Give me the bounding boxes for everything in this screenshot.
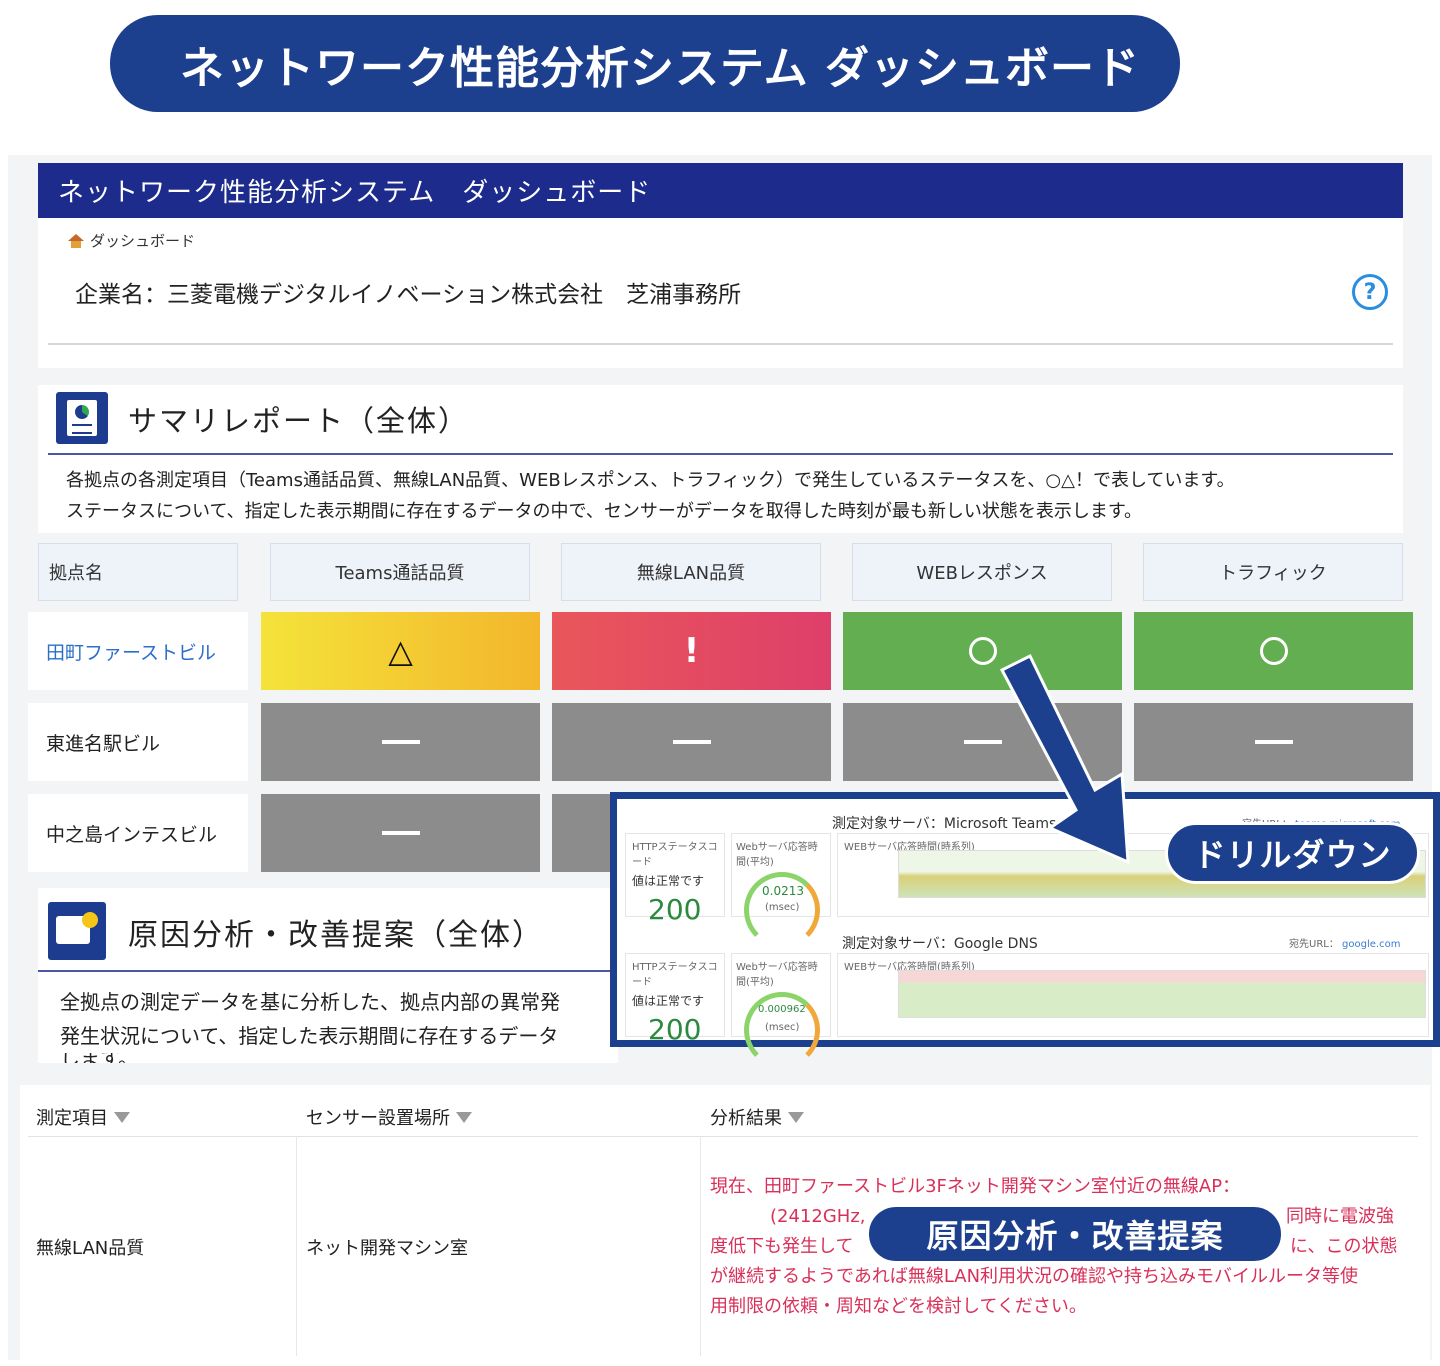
- status-cell-ok-traffic[interactable]: [1134, 612, 1413, 690]
- cause-rule: [38, 970, 610, 972]
- drilldown-callout: ドリルダウン: [1165, 822, 1420, 884]
- site-name-nakanoshima[interactable]: 中之島インテスビル: [28, 794, 248, 872]
- no-data-dash: [381, 740, 420, 744]
- summary-rule: [48, 453, 1393, 455]
- dest-label: 宛先URL：: [1289, 939, 1339, 950]
- result-line-2b: 同時に電波強: [1286, 1206, 1394, 1227]
- cause-desc-2: 発生状況について、指定した表示期間に存在するデータ: [60, 1024, 559, 1048]
- divider: [48, 343, 1393, 345]
- site-name-meieki[interactable]: 東進名駅ビル: [28, 703, 248, 781]
- breadcrumb-label: ダッシュボード: [90, 232, 196, 250]
- breadcrumb[interactable]: ダッシュボード: [68, 230, 195, 251]
- status-cell-nodata[interactable]: [1134, 703, 1413, 781]
- result-line-5: 用制限の依頼・周知などを検討してください。: [710, 1296, 1087, 1317]
- response-gauge-box: Webサーバ応答時間(平均) 0.0213 (msec): [731, 833, 831, 948]
- status-cell-warning[interactable]: △: [261, 612, 540, 690]
- status-cell-nodata[interactable]: [261, 703, 540, 781]
- ok-label: 値は正常です: [632, 874, 705, 888]
- cause-title: 原因分析・改善提案（全体）: [128, 918, 544, 953]
- no-data-dash: [1254, 740, 1293, 744]
- idea-icon: [48, 902, 106, 960]
- company-name: 企業名：三菱電機デジタルイノベーション株式会社 芝浦事務所: [75, 282, 742, 308]
- status-cell-nodata[interactable]: [552, 703, 831, 781]
- chart-area: [898, 970, 1426, 1018]
- summary-title: サマリレポート（全体）: [128, 404, 470, 438]
- divider: [296, 1136, 297, 1356]
- resp-label: Webサーバ応答時間(平均): [736, 842, 818, 868]
- divider: [28, 1136, 1418, 1137]
- site-link-tamachi[interactable]: 田町ファーストビル: [28, 612, 248, 690]
- th-result-label: 分析結果: [710, 1108, 782, 1129]
- http-code: 200: [648, 1013, 702, 1046]
- summary-desc-1: 各拠点の各測定項目（Teams通話品質、無線LAN品質、WEBレスポンス、トラフ…: [66, 470, 1235, 491]
- divider: [700, 1136, 701, 1356]
- home-icon: [68, 233, 84, 248]
- status-cell-nodata[interactable]: [552, 794, 612, 872]
- http-status-box: HTTPステータスコード 値は正常です 200: [625, 833, 725, 926]
- col-header-teams: Teams通話品質: [270, 543, 530, 601]
- th-result[interactable]: 分析結果: [710, 1104, 804, 1130]
- http-status-box: HTTPステータスコード 値は正常です 200: [625, 953, 725, 1046]
- gauge-value: 0.000962: [758, 1004, 806, 1015]
- result-line-2: (2412GHz,: [770, 1206, 866, 1227]
- result-line-1: 現在、田町ファーストビル3Fネット開発マシン室付近の無線AP：: [710, 1176, 1241, 1197]
- page-banner: ネットワーク性能分析システム ダッシュボード: [110, 15, 1180, 112]
- filter-icon[interactable]: [114, 1111, 130, 1123]
- cell-location: ネット開発マシン室: [306, 1238, 468, 1259]
- ok-status-icon: [1259, 637, 1288, 665]
- th-location[interactable]: センサー設置場所: [306, 1104, 472, 1130]
- warning-status: △: [388, 632, 413, 670]
- gauge-value: 0.0213: [762, 884, 804, 898]
- http-label: HTTPステータスコード: [632, 962, 718, 988]
- result-line-4: が継続するようであれば無線LAN利用状況の確認や持ち込みモバイルルータ等使: [710, 1266, 1359, 1287]
- no-data-dash: [381, 831, 420, 835]
- th-location-label: センサー設置場所: [306, 1108, 450, 1129]
- ok-label: 値は正常です: [632, 994, 705, 1008]
- th-item[interactable]: 測定項目: [36, 1104, 130, 1130]
- status-cell-nodata[interactable]: [261, 794, 540, 872]
- col-header-wlan: 無線LAN品質: [561, 543, 821, 601]
- cell-item: 無線LAN品質: [36, 1238, 145, 1259]
- filter-icon[interactable]: [456, 1111, 472, 1123]
- filter-icon[interactable]: [788, 1111, 804, 1123]
- help-icon[interactable]: ?: [1352, 274, 1388, 310]
- col-header-traffic: トラフィック: [1143, 543, 1403, 601]
- gauge-unit: (msec): [765, 1022, 800, 1033]
- cause-callout: 原因分析・改善提案: [866, 1204, 1284, 1264]
- result-line-3b: に、この状態: [1290, 1236, 1398, 1257]
- summary-desc-2: ステータスについて、指定した表示期間に存在するデータの中で、センサーがデータを取…: [66, 501, 1143, 522]
- th-item-label: 測定項目: [36, 1108, 108, 1129]
- col-header-site: 拠点名: [38, 543, 238, 601]
- resp-label: Webサーバ応答時間(平均): [736, 962, 818, 988]
- response-gauge-box: Webサーバ応答時間(平均) 0.000962 (msec): [731, 953, 831, 1068]
- status-cell-error[interactable]: !: [552, 612, 831, 690]
- http-label: HTTPステータスコード: [632, 842, 718, 868]
- dest-value: google.com: [1342, 939, 1401, 950]
- report-icon: [56, 392, 108, 444]
- drilldown-arrow: [999, 653, 1130, 865]
- cause-desc-3: します。: [60, 1053, 138, 1063]
- error-status: !: [683, 631, 700, 671]
- server-label-google: 測定対象サーバ：Google DNS: [842, 936, 1038, 952]
- http-code: 200: [648, 893, 702, 926]
- no-data-dash: [672, 740, 711, 744]
- gauge-unit: (msec): [765, 902, 800, 913]
- result-line-3: 度低下も発生して: [710, 1236, 854, 1257]
- dest-url-google: 宛先URL： google.com: [1289, 935, 1400, 950]
- app-header: ネットワーク性能分析システム ダッシュボード: [38, 163, 1403, 218]
- col-header-web: WEBレスポンス: [852, 543, 1112, 601]
- response-chart-google: WEBサーバ応答時間(時系列): [837, 953, 1429, 1037]
- cause-desc-1: 全拠点の測定データを基に分析した、拠点内部の異常発: [60, 990, 560, 1014]
